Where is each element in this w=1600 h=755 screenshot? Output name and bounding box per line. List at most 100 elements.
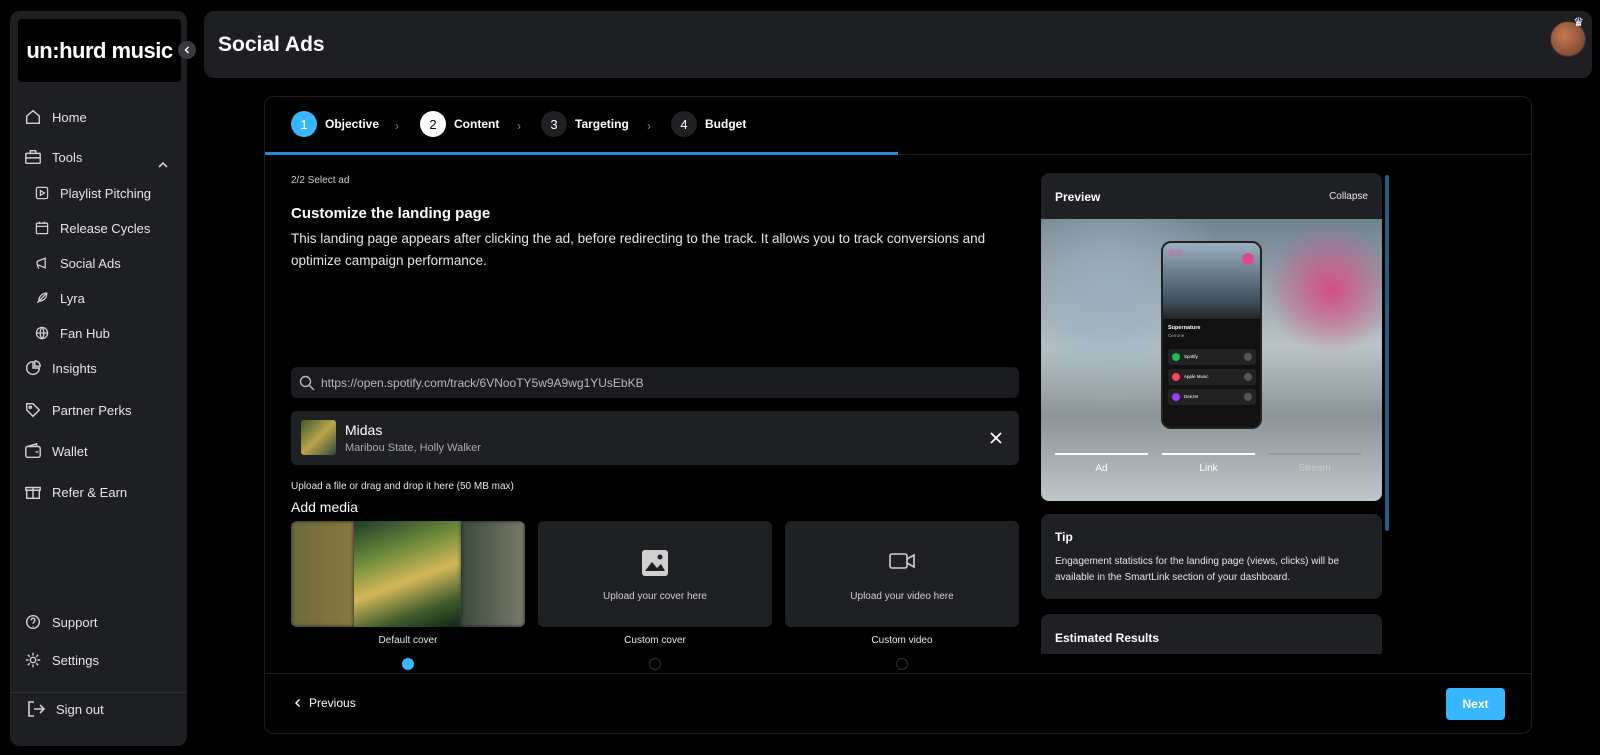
deezer-icon xyxy=(1172,393,1180,401)
sign-out-button[interactable]: Sign out xyxy=(26,699,104,719)
sidebar: un:hurd music Home Tools Playlist Pitchi… xyxy=(10,11,196,746)
next-button[interactable]: Next xyxy=(1446,688,1505,720)
gear-icon xyxy=(25,652,41,668)
step-number: 4 xyxy=(671,111,697,137)
track-artist: Maribou State, Holly Walker xyxy=(345,442,481,454)
platform-label: Apple Music xyxy=(1184,374,1209,379)
collapse-sidebar-button[interactable] xyxy=(178,41,196,59)
sidebar-item-label: Tools xyxy=(52,149,83,165)
tip-text: Engagement statistics for the landing pa… xyxy=(1055,556,1340,583)
tip-card: Tip Engagement statistics for the landin… xyxy=(1041,514,1382,599)
phone-artwork: ◎◎ xyxy=(1163,243,1260,319)
substep-label: 2/2 Select ad xyxy=(291,175,350,186)
step-objective[interactable]: 1 Objective xyxy=(291,111,379,137)
globe-icon xyxy=(35,326,49,340)
chevron-left-icon xyxy=(184,46,189,54)
step-number: 1 xyxy=(291,111,317,137)
default-cover-label: Default cover xyxy=(378,635,438,646)
custom-video-radio[interactable] xyxy=(896,658,908,670)
scrollbar[interactable] xyxy=(1385,175,1389,531)
sidebar-item-insights[interactable]: Insights xyxy=(24,359,97,377)
sidebar-item-support[interactable]: Support xyxy=(24,613,98,631)
sidebar-item-label: Home xyxy=(52,109,87,125)
phone-mockup: ◎◎ Supernature Cerrone Spotify Apple Mus… xyxy=(1161,241,1262,429)
previous-label: Previous xyxy=(309,696,356,710)
tab-progress-link xyxy=(1162,453,1255,455)
chevron-right-icon: › xyxy=(517,119,521,133)
cover-image xyxy=(354,521,461,627)
collapse-button[interactable]: Collapse xyxy=(1329,191,1368,202)
sidebar-item-label: Wallet xyxy=(52,443,88,459)
step-content[interactable]: 2 Content xyxy=(420,111,499,137)
top-header: Social Ads ♛ xyxy=(204,11,1592,78)
phone-song-artist: Cerrone xyxy=(1168,333,1185,338)
tab-stream[interactable]: Stream xyxy=(1268,463,1361,474)
wizard-card: 1 Objective › 2 Content › 3 Targeting › … xyxy=(264,96,1532,734)
home-icon xyxy=(25,109,41,125)
sign-out-label: Sign out xyxy=(56,701,104,717)
sidebar-divider xyxy=(10,692,187,693)
spotify-icon xyxy=(1172,353,1180,361)
feather-icon xyxy=(36,292,48,304)
tab-progress-stream xyxy=(1268,453,1361,455)
sidebar-item-fan-hub[interactable]: Fan Hub xyxy=(34,325,110,341)
stepper: 1 Objective › 2 Content › 3 Targeting › … xyxy=(265,97,1531,155)
tab-ad[interactable]: Ad xyxy=(1055,463,1148,474)
sidebar-item-lyra[interactable]: Lyra xyxy=(34,290,85,306)
add-media-title: Add media xyxy=(291,499,358,515)
sidebar-item-refer-earn[interactable]: Refer & Earn xyxy=(24,483,127,501)
upload-hint: Upload a file or drag and drop it here (… xyxy=(291,481,514,492)
artwork-logo-icon: ◎◎ xyxy=(1167,247,1183,257)
cover-blur-left xyxy=(291,521,354,627)
video-camera-icon xyxy=(889,553,915,569)
chevron-right-icon: › xyxy=(647,119,651,133)
track-artwork xyxy=(301,420,336,455)
track-search[interactable] xyxy=(291,367,1019,398)
sidebar-item-social-ads[interactable]: Social Ads xyxy=(34,255,121,271)
play-icon xyxy=(1244,373,1252,381)
track-title: Midas xyxy=(345,422,383,438)
platform-label: Spotify xyxy=(1184,354,1198,359)
platform-label: Deezer xyxy=(1184,394,1199,399)
custom-cover-card[interactable]: Upload your cover here xyxy=(538,521,772,627)
sidebar-item-label: Fan Hub xyxy=(60,325,110,341)
chevron-right-icon: › xyxy=(395,119,399,133)
default-cover-card[interactable] xyxy=(291,521,525,627)
step-label: Content xyxy=(454,117,500,131)
brand-logo[interactable]: un:hurd music xyxy=(18,19,181,82)
content-panel: 2/2 Select ad Customize the landing page… xyxy=(291,175,1019,670)
crown-icon: ♛ xyxy=(1573,15,1584,29)
close-icon[interactable] xyxy=(987,429,1005,447)
sidebar-item-tools[interactable]: Tools xyxy=(24,148,82,166)
sidebar-item-label: Settings xyxy=(52,652,99,668)
default-cover-radio[interactable] xyxy=(402,658,414,670)
track-url-input[interactable] xyxy=(321,375,981,390)
cover-blur-right xyxy=(461,521,525,627)
chevron-up-icon[interactable] xyxy=(157,159,169,171)
estimated-results-card: Estimated Results xyxy=(1041,614,1382,654)
sidebar-item-home[interactable]: Home xyxy=(24,108,87,126)
sidebar-item-partner-perks[interactable]: Partner Perks xyxy=(24,401,131,419)
section-title: Customize the landing page xyxy=(291,205,491,222)
sidebar-item-wallet[interactable]: Wallet xyxy=(24,442,88,460)
sidebar-item-label: Social Ads xyxy=(60,255,121,271)
tab-link[interactable]: Link xyxy=(1162,463,1255,474)
play-icon xyxy=(1244,353,1252,361)
step-targeting[interactable]: 3 Targeting xyxy=(541,111,629,137)
sidebar-item-playlist-pitching[interactable]: Playlist Pitching xyxy=(34,185,151,201)
custom-video-label: Custom video xyxy=(871,635,933,646)
custom-cover-radio[interactable] xyxy=(649,658,661,670)
search-icon xyxy=(299,375,315,390)
pie-chart-icon xyxy=(25,360,41,376)
section-description: This landing page appears after clicking… xyxy=(291,231,986,268)
step-budget[interactable]: 4 Budget xyxy=(671,111,746,137)
step-label: Budget xyxy=(705,117,747,131)
sidebar-item-release-cycles[interactable]: Release Cycles xyxy=(34,220,150,236)
sidebar-item-settings[interactable]: Settings xyxy=(24,651,99,669)
previous-button[interactable]: Previous xyxy=(293,696,356,710)
custom-video-card[interactable]: Upload your video here xyxy=(785,521,1019,627)
custom-cover-placeholder: Upload your cover here xyxy=(603,591,707,602)
phone-platform-row: Spotify xyxy=(1168,349,1256,365)
sidebar-item-label: Lyra xyxy=(60,290,85,306)
megaphone-icon xyxy=(36,257,46,269)
